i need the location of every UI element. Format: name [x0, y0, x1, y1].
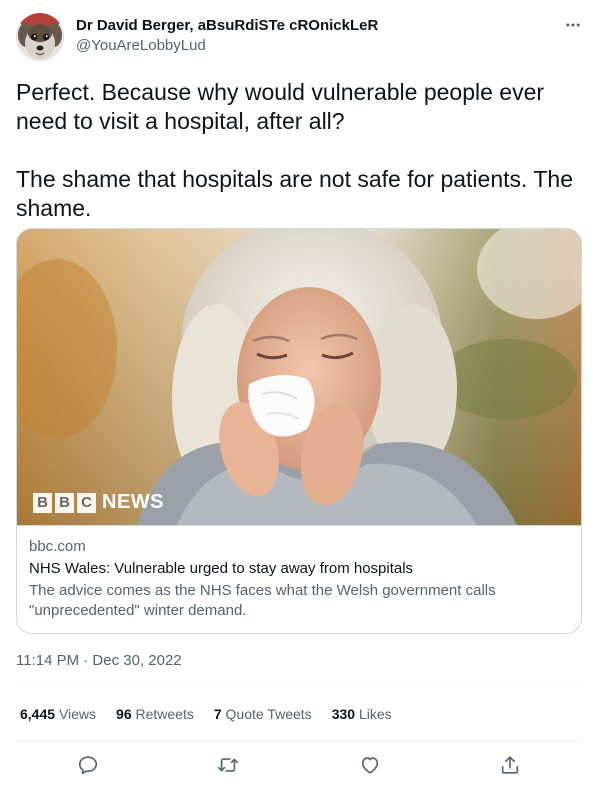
divider	[16, 740, 582, 741]
tweet-paragraph: Perfect. Because why would vulnerable pe…	[16, 79, 545, 134]
reply-icon[interactable]	[75, 752, 101, 778]
quotes-count: 7	[213, 706, 222, 722]
bbc-logo-letter: B	[33, 492, 52, 513]
card-title: NHS Wales: Vulnerable urged to stay away…	[29, 560, 414, 577]
more-options-icon[interactable]	[562, 14, 584, 36]
quotes-stat[interactable]: 7 Quote Tweets	[214, 704, 312, 724]
author-block: Dr David Berger, aBsuRdiSTe cROnickLeR @…	[76, 16, 378, 56]
card-description: The advice comes as the NHS faces what t…	[29, 582, 496, 619]
retweet-icon[interactable]	[215, 752, 241, 778]
handle[interactable]: @YouAreLobbyLud	[76, 36, 378, 56]
card-body: bbc.com NHS Wales: Vulnerable urged to s…	[17, 525, 581, 621]
link-card[interactable]: B B C NEWS bbc.com NHS Wales: Vulnerable…	[16, 228, 582, 634]
card-domain: bbc.com	[29, 538, 86, 555]
divider	[16, 686, 582, 687]
tweet-stats: 6,445 Views 96 Retweets 7 Quote Tweets 3…	[20, 704, 392, 724]
quotes-label: Quote Tweets	[225, 706, 312, 722]
likes-label: Likes	[358, 706, 392, 722]
tweet-timestamp[interactable]: 11:14 PM · Dec 30, 2022	[16, 651, 182, 671]
action-bar	[0, 752, 598, 778]
retweets-count: 96	[116, 706, 132, 722]
tweet: Dr David Berger, aBsuRdiSTe cROnickLeR @…	[0, 0, 598, 788]
woman-sneezing-photo: B B C NEWS	[17, 229, 581, 525]
bbc-logo-letter: C	[77, 492, 96, 513]
bbc-news-logo: B B C NEWS	[33, 491, 164, 514]
dog-avatar[interactable]	[16, 13, 64, 61]
likes-stat[interactable]: 330 Likes	[332, 704, 392, 724]
bbc-logo-letter: B	[55, 492, 74, 513]
share-icon[interactable]	[497, 752, 523, 778]
retweets-stat[interactable]: 96 Retweets	[116, 704, 194, 724]
likes-count: 330	[331, 706, 356, 722]
views-count: 6,445	[20, 706, 56, 722]
display-name[interactable]: Dr David Berger, aBsuRdiSTe cROnickLeR	[76, 16, 378, 36]
retweets-label: Retweets	[135, 706, 194, 722]
bbc-logo-word: NEWS	[102, 491, 164, 513]
views-label: Views	[58, 706, 97, 722]
like-icon[interactable]	[357, 752, 383, 778]
tweet-paragraph: The shame that hospitals are not safe fo…	[16, 166, 574, 221]
tweet-text: Perfect. Because why would vulnerable pe…	[16, 78, 576, 223]
views-stat[interactable]: 6,445 Views	[20, 704, 96, 724]
